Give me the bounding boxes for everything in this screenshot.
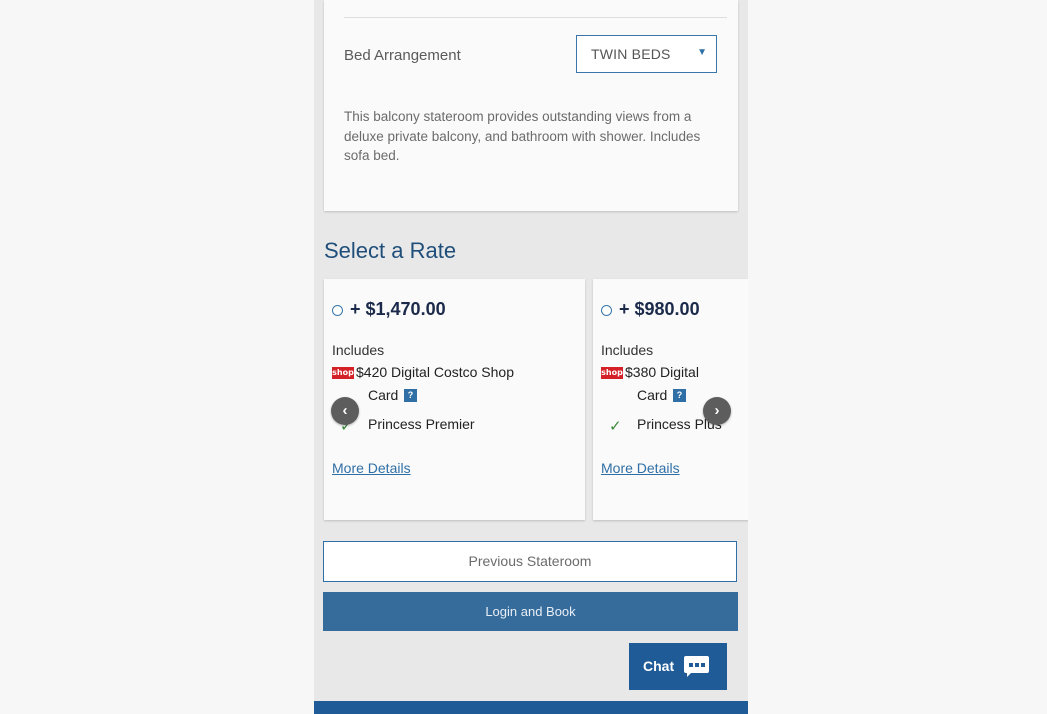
caret-down-icon: ▼ — [697, 47, 707, 58]
check-icon: ✓ — [609, 418, 622, 435]
mobile-viewport: Bed Arrangement TWIN BEDS ▼ This balcony… — [314, 0, 748, 714]
bed-arrangement-select[interactable]: TWIN BEDS ▼ — [576, 35, 717, 73]
shop-card-text-2: Card — [368, 387, 399, 403]
chat-button[interactable]: Chat — [629, 643, 727, 690]
more-details-link[interactable]: More Details — [332, 460, 411, 476]
shop-card-text: $420 Digital Costco Shop — [356, 364, 514, 380]
rate-price: + $1,470.00 — [350, 299, 446, 319]
costco-shop-logo: shop — [332, 367, 354, 379]
chat-bubble-icon — [684, 656, 709, 673]
chevron-right-icon[interactable]: › — [703, 397, 731, 425]
login-and-book-button[interactable]: Login and Book — [323, 592, 738, 631]
stateroom-card: Bed Arrangement TWIN BEDS ▼ This balcony… — [324, 0, 738, 211]
previous-stateroom-button[interactable]: Previous Stateroom — [323, 541, 737, 582]
bed-arrangement-value: TWIN BEDS — [591, 46, 671, 62]
chevron-left-icon[interactable]: ‹ — [331, 397, 359, 425]
bed-arrangement-label: Bed Arrangement — [344, 47, 461, 64]
divider — [344, 17, 727, 18]
rate-radio[interactable] — [601, 305, 612, 316]
rate-radio[interactable] — [332, 305, 343, 316]
rate-card[interactable]: + $1,470.00 Includes shop $420 Digital C… — [324, 279, 585, 520]
costco-shop-logo: shop — [601, 367, 623, 379]
includes-label: Includes — [332, 342, 385, 358]
shop-card-text: $380 Digital — [625, 364, 699, 380]
bottom-bar — [314, 701, 748, 714]
stateroom-description: This balcony stateroom provides outstand… — [344, 109, 701, 163]
shop-card-text-2: Card — [637, 387, 668, 403]
help-icon[interactable]: ? — [673, 389, 686, 402]
rate-price: + $980.00 — [619, 299, 700, 319]
help-icon[interactable]: ? — [404, 389, 417, 402]
select-rate-heading: Select a Rate — [324, 238, 457, 263]
perk-label: Princess Premier — [368, 416, 475, 432]
chat-bubble-tail — [687, 672, 692, 677]
chat-label: Chat — [643, 658, 675, 674]
more-details-link[interactable]: More Details — [601, 460, 680, 476]
includes-label: Includes — [601, 342, 654, 358]
